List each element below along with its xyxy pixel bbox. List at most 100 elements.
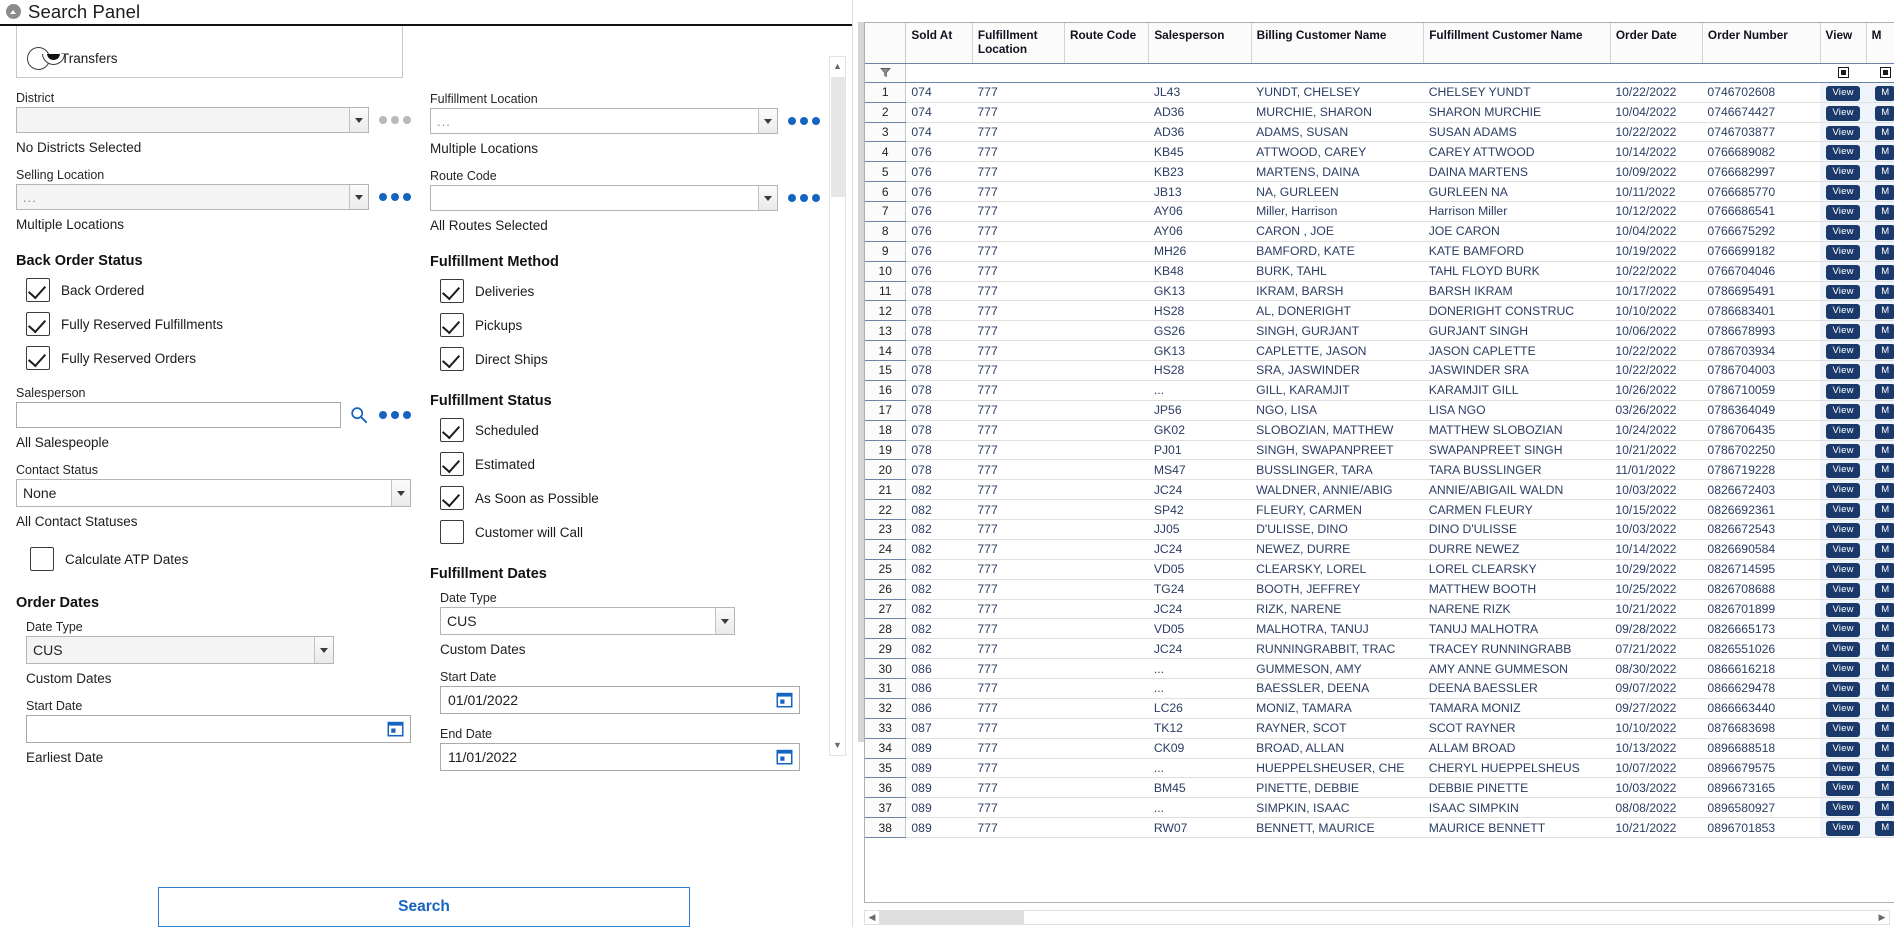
checkbox-fully-reserved-orders[interactable]: Fully Reserved Orders bbox=[26, 346, 411, 370]
view-button-cell[interactable]: View bbox=[1820, 678, 1867, 699]
column-header-view[interactable]: View bbox=[1820, 23, 1867, 64]
contact-status-select[interactable]: None bbox=[16, 479, 411, 507]
view-button-cell[interactable]: View bbox=[1820, 519, 1867, 540]
view-button-cell[interactable]: View bbox=[1820, 738, 1867, 759]
chevron-down-icon[interactable] bbox=[715, 608, 734, 634]
select-all-view-icon[interactable] bbox=[1837, 67, 1849, 79]
salesperson-more-icon[interactable] bbox=[377, 411, 411, 419]
table-row[interactable]: 4 076 777 KB45 ATTWOOD, CAREY CAREY ATTWOOD 10… bbox=[865, 141, 1894, 163]
scroll-down-icon[interactable]: ▼ bbox=[830, 738, 845, 753]
view-button-cell[interactable]: View bbox=[1820, 638, 1867, 660]
m-button-cell[interactable]: M bbox=[1866, 281, 1894, 302]
view-button-cell[interactable]: View bbox=[1820, 420, 1867, 441]
view-button[interactable]: View bbox=[1826, 483, 1860, 499]
view-button-cell[interactable]: View bbox=[1820, 479, 1867, 501]
m-button-cell[interactable]: M bbox=[1866, 698, 1894, 719]
table-row[interactable]: 1 074 777 JL43 YUNDT, CHELSEY CHELSEY YUNDT 10… bbox=[865, 82, 1894, 103]
m-button[interactable]: M bbox=[1875, 165, 1894, 181]
m-button-cell[interactable]: M bbox=[1866, 817, 1894, 839]
selling-location-select[interactable]: ... bbox=[16, 184, 369, 210]
view-button[interactable]: View bbox=[1826, 582, 1860, 598]
table-row[interactable]: 23 082 777 JJ05 D'ULISSE, DINO DINO D'ULISSE 1… bbox=[865, 519, 1894, 540]
m-button[interactable]: M bbox=[1875, 701, 1894, 717]
table-row[interactable]: 17 078 777 JP56 NGO, LISA LISA NGO 03/26/2022 0… bbox=[865, 400, 1894, 421]
m-button-cell[interactable]: M bbox=[1866, 261, 1894, 282]
m-button[interactable]: M bbox=[1875, 145, 1894, 161]
m-button-cell[interactable]: M bbox=[1866, 658, 1894, 680]
filter-row[interactable] bbox=[865, 63, 1894, 83]
m-button[interactable]: M bbox=[1875, 324, 1894, 340]
m-button[interactable]: M bbox=[1875, 761, 1894, 777]
view-button[interactable]: View bbox=[1826, 443, 1860, 459]
m-button-cell[interactable]: M bbox=[1866, 638, 1894, 660]
view-button-cell[interactable]: View bbox=[1820, 579, 1867, 600]
m-button-cell[interactable]: M bbox=[1866, 479, 1894, 501]
view-button-cell[interactable]: View bbox=[1820, 718, 1867, 739]
m-button[interactable]: M bbox=[1875, 423, 1894, 439]
m-button-cell[interactable]: M bbox=[1866, 102, 1894, 123]
m-button[interactable]: M bbox=[1875, 523, 1894, 538]
view-button[interactable]: View bbox=[1826, 145, 1860, 161]
table-row[interactable]: 24 082 777 JC24 NEWEZ, DURRE DURRE NEWEZ 10/14… bbox=[865, 539, 1894, 560]
view-button[interactable]: View bbox=[1826, 821, 1860, 837]
view-button-cell[interactable]: View bbox=[1820, 161, 1867, 183]
chevron-down-icon[interactable] bbox=[758, 186, 777, 210]
grid-horizontal-scrollbar[interactable]: ◀ ▶ bbox=[864, 910, 1890, 925]
scrollbar-track[interactable] bbox=[879, 911, 1875, 924]
view-button-cell[interactable]: View bbox=[1820, 201, 1867, 222]
table-row[interactable]: 25 082 777 VD05 CLEARSKY, LOREL LOREL CLEARSK… bbox=[865, 559, 1894, 580]
calendar-icon[interactable] bbox=[387, 720, 404, 737]
checkbox-deliveries[interactable]: Deliveries bbox=[440, 279, 820, 303]
column-header-salesperson[interactable]: Salesperson bbox=[1148, 23, 1252, 64]
table-row[interactable]: 31 086 777... BAESSLER, DEENA DEENA BAESSLER… bbox=[865, 678, 1894, 699]
view-button[interactable]: View bbox=[1826, 602, 1860, 618]
route-code-more-icon[interactable] bbox=[786, 194, 820, 202]
m-button-cell[interactable]: M bbox=[1866, 420, 1894, 441]
filter-cell[interactable] bbox=[1610, 63, 1703, 83]
m-button-cell[interactable]: M bbox=[1866, 440, 1894, 461]
view-button[interactable]: View bbox=[1826, 423, 1860, 439]
view-button-cell[interactable]: View bbox=[1820, 658, 1867, 680]
search-button[interactable]: Search bbox=[158, 887, 690, 927]
m-button-cell[interactable]: M bbox=[1866, 678, 1894, 699]
table-row[interactable]: 21 082 777 JC24 WALDNER, ANNIE/ABIG ANNIE/ABI… bbox=[865, 479, 1894, 501]
m-button[interactable]: M bbox=[1875, 821, 1894, 837]
checkbox-fully-reserved-fulfillments[interactable]: Fully Reserved Fulfillments bbox=[26, 312, 411, 336]
m-button-cell[interactable]: M bbox=[1866, 122, 1894, 143]
view-button-cell[interactable]: View bbox=[1820, 320, 1867, 342]
view-button[interactable]: View bbox=[1826, 781, 1860, 797]
table-row[interactable]: 15 078 777 HS28 SRA, JASWINDER JASWINDER SRA 1… bbox=[865, 360, 1894, 381]
magnifier-icon[interactable] bbox=[350, 406, 368, 424]
table-row[interactable]: 33 087 777 TK12 RAYNER, SCOT SCOT RAYNER 10/10… bbox=[865, 718, 1894, 739]
m-button-cell[interactable]: M bbox=[1866, 221, 1894, 242]
table-row[interactable]: 13 078 777 GS26 SINGH, GURJANT GURJANT SINGH 1… bbox=[865, 320, 1894, 342]
table-row[interactable]: 10 076 777 KB48 BURK, TAHL TAHL FLOYD BURK 10/… bbox=[865, 261, 1894, 282]
view-button-cell[interactable]: View bbox=[1820, 599, 1867, 620]
table-row[interactable]: 18 078 777 GK02 SLOBOZIAN, MATTHEW MATTHEW SL… bbox=[865, 420, 1894, 441]
m-button[interactable]: M bbox=[1875, 801, 1894, 817]
filter-cell[interactable] bbox=[905, 63, 973, 83]
m-button-cell[interactable]: M bbox=[1866, 797, 1894, 819]
m-button[interactable]: M bbox=[1875, 483, 1894, 499]
table-row[interactable]: 38 089 777 RW07 BENNETT, MAURICE MAURICE BENN… bbox=[865, 817, 1894, 839]
table-row[interactable]: 12 078 777 HS28 AL, DONERIGHT DONERIGHT CONST… bbox=[865, 300, 1894, 322]
chevron-down-icon[interactable] bbox=[314, 637, 333, 663]
filter-cell-m[interactable] bbox=[1866, 63, 1894, 83]
fulfillment-end-date-input[interactable] bbox=[440, 743, 800, 771]
view-button-cell[interactable]: View bbox=[1820, 817, 1867, 839]
selling-location-more-icon[interactable] bbox=[377, 193, 411, 201]
column-header-fulfillment-location[interactable]: Fulfillment Location bbox=[972, 23, 1065, 64]
view-button[interactable]: View bbox=[1826, 503, 1860, 519]
m-button-cell[interactable]: M bbox=[1866, 758, 1894, 779]
chevron-down-icon[interactable] bbox=[391, 480, 410, 506]
m-button[interactable]: M bbox=[1875, 224, 1894, 240]
salesperson-input[interactable] bbox=[16, 402, 341, 428]
table-row[interactable]: 27 082 777 JC24 RIZK, NARENE NARENE RIZK 10/21… bbox=[865, 599, 1894, 620]
m-button-cell[interactable]: M bbox=[1866, 161, 1894, 183]
chevron-down-icon[interactable] bbox=[349, 185, 368, 209]
scroll-right-icon[interactable]: ▶ bbox=[1875, 912, 1889, 923]
fulfillment-location-select[interactable]: ... bbox=[430, 108, 778, 134]
view-button-cell[interactable]: View bbox=[1820, 141, 1867, 163]
view-button[interactable]: View bbox=[1826, 324, 1860, 340]
m-button-cell[interactable]: M bbox=[1866, 82, 1894, 103]
